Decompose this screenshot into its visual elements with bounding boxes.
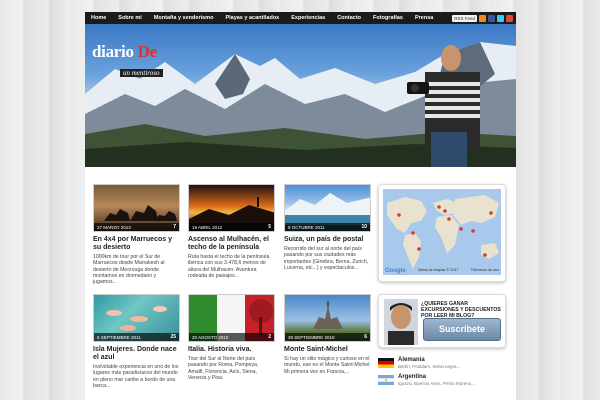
post-excerpt: Recorrido del sur al norte del país pasa… (284, 246, 369, 271)
post-thumbnail[interactable]: 27 MARZO 2013 7 (93, 184, 180, 232)
post-excerpt: Si hay un sitio mágico y curioso en el m… (284, 356, 371, 375)
post-card[interactable]: 27 MARZO 2013 7 En 4x4 por Marruecos y s… (93, 184, 180, 285)
post-date: 27 MARZO 2013 (97, 224, 131, 230)
post-thumbnail[interactable]: 20 AGOSTO 2010 2 (188, 294, 275, 342)
post-excerpt: Inolvidable experiencia en uno de los lu… (93, 364, 179, 389)
nav-photos[interactable]: Fotografías (367, 12, 409, 24)
world-map-image (387, 195, 499, 269)
post-date: 9 OCTUBRE 2011 (288, 224, 325, 230)
map-terms-link[interactable]: Términos de uso (471, 268, 499, 274)
main-content: 27 MARZO 2013 7 En 4x4 por Marruecos y s… (85, 167, 516, 400)
nav-home[interactable]: Home (85, 12, 112, 24)
comment-count: 5 (268, 224, 271, 230)
post-title[interactable]: Ascenso al Mulhacén, el techo de la pení… (188, 236, 275, 252)
argentina-flag-icon (378, 375, 394, 385)
post-excerpt: 1000km de tour por el Sur de Marruecos d… (93, 254, 165, 286)
country-description: Berlín, Postdam. Selva negra... (398, 363, 461, 369)
country-item-germany[interactable]: Alemania Berlín, Postdam. Selva negra... (378, 357, 506, 371)
nav-experiences[interactable]: Experiencias (285, 12, 331, 24)
post-card[interactable]: 29 SEPTIEMBRE 2010 6 Monte Saint-Michel … (284, 294, 371, 375)
post-card[interactable]: 20 AGOSTO 2010 2 Italia. Historia viva. … (188, 294, 275, 381)
subscribe-button[interactable]: Suscribete (423, 318, 501, 341)
twitter-icon[interactable] (497, 14, 504, 22)
post-thumbnail[interactable]: 9 OCTUBRE 2011 10 (284, 184, 371, 232)
post-date: 29 SEPTIEMBRE 2010 (288, 334, 335, 340)
post-title[interactable]: Suiza, un país de postal (284, 236, 371, 244)
map-widget: Google Datos de mapas © 2017 Términos de… (378, 184, 506, 282)
promo-heading: ¿QUIERES GANAR EXCURSIONES Y DESCUENTOS … (421, 301, 501, 319)
nav-beaches[interactable]: Playas y acantilados (219, 12, 285, 24)
comment-count: 10 (361, 224, 367, 230)
page: Home Sobre mí Montaña y senderismo Playa… (85, 12, 516, 400)
thumb-meta-bar: 9 OCTUBRE 2011 10 (285, 223, 370, 231)
post-thumbnail[interactable]: 29 SEPTIEMBRE 2010 6 (284, 294, 371, 342)
country-list: Alemania Berlín, Postdam. Selva negra...… (378, 357, 506, 400)
thumb-meta-bar: 27 MARZO 2013 7 (94, 223, 179, 231)
post-thumbnail[interactable]: 19 ABRIL 2012 5 (188, 184, 275, 232)
post-card[interactable]: 19 ABRIL 2012 5 Ascenso al Mulhacén, el … (188, 184, 275, 279)
post-title[interactable]: Monte Saint-Michel (284, 346, 371, 354)
post-title[interactable]: Italia. Historia viva. (188, 346, 275, 354)
thumb-meta-bar: 19 ABRIL 2012 5 (189, 223, 274, 231)
post-excerpt: Ruta hasta el techo de la península ibér… (188, 254, 270, 279)
thumb-meta-bar: 5 SEPTIEMBRE 2011 25 (94, 333, 179, 341)
thumb-meta-bar: 29 SEPTIEMBRE 2010 6 (285, 333, 370, 341)
top-nav: Home Sobre mí Montaña y senderismo Playa… (85, 12, 516, 24)
logo-accent-text: De (137, 42, 158, 61)
header-banner: diario De un mentiroso (85, 24, 516, 167)
logo-text: diario (92, 42, 138, 61)
country-description: Iguazú, Buenos Aires, Perito Moreno... (398, 380, 476, 386)
post-title[interactable]: Isla Mujeres. Donde nace el azul (93, 346, 180, 362)
germany-flag-icon (378, 358, 394, 368)
post-date: 20 AGOSTO 2010 (192, 334, 229, 340)
nav-mountain[interactable]: Montaña y senderismo (148, 12, 220, 24)
post-card[interactable]: 5 SEPTIEMBRE 2011 25 Isla Mujeres. Donde… (93, 294, 180, 389)
logo-subtitle: un mentiroso (120, 69, 163, 77)
comment-count: 7 (173, 224, 176, 230)
comment-count: 6 (364, 334, 367, 340)
post-card[interactable]: 9 OCTUBRE 2011 10 Suiza, un país de post… (284, 184, 371, 271)
post-thumbnail[interactable]: 5 SEPTIEMBRE 2011 25 (93, 294, 180, 342)
country-item-argentina[interactable]: Argentina Iguazú, Buenos Aires, Perito M… (378, 374, 506, 388)
google-plus-icon[interactable] (506, 14, 513, 22)
comment-count: 2 (268, 334, 271, 340)
site-logo[interactable]: diario De un mentiroso (92, 42, 163, 80)
nav-press[interactable]: Prensa (409, 12, 439, 24)
post-excerpt: Tour del Sur al Norte del país pasando p… (188, 356, 259, 381)
post-title[interactable]: En 4x4 por Marruecos y su desierto (93, 236, 180, 252)
author-avatar (384, 299, 418, 345)
newsletter-promo: ¿QUIERES GANAR EXCURSIONES Y DESCUENTOS … (378, 294, 506, 348)
comment-count: 25 (170, 334, 176, 340)
map-footer: Google Datos de mapas © 2017 Términos de… (385, 268, 499, 274)
post-date: 5 SEPTIEMBRE 2011 (97, 334, 141, 340)
social-links: RSS Feed (452, 14, 516, 22)
rss-feed-link[interactable]: RSS Feed (452, 14, 477, 22)
map-attribution: Datos de mapas © 2017 (417, 268, 459, 272)
facebook-icon[interactable] (488, 14, 495, 22)
nav-contact[interactable]: Contacto (331, 12, 367, 24)
nav-about[interactable]: Sobre mí (112, 12, 148, 24)
world-map[interactable]: Google Datos de mapas © 2017 Términos de… (383, 189, 501, 275)
thumb-meta-bar: 20 AGOSTO 2010 2 (189, 333, 274, 341)
rss-icon[interactable] (479, 14, 486, 22)
google-logo: Google (385, 268, 406, 274)
post-date: 19 ABRIL 2012 (192, 224, 223, 230)
